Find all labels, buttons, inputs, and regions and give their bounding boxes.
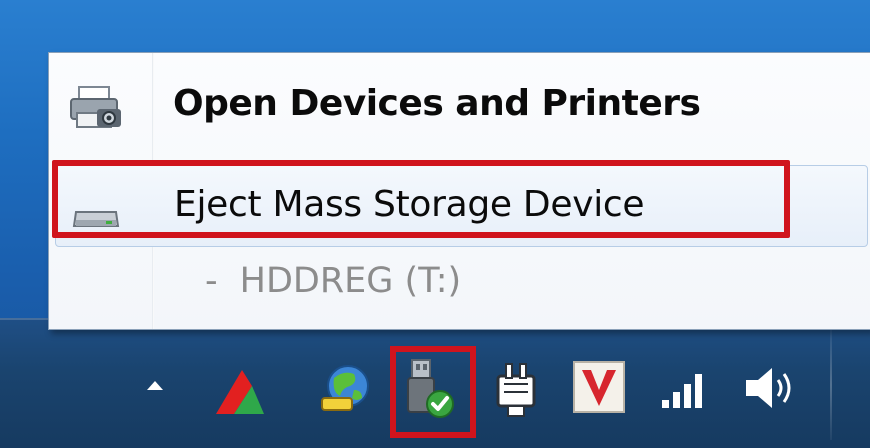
hddreg-drive-menu-item[interactable]: - HDDREG (T:) bbox=[49, 249, 870, 319]
tray-icon-highlight-box bbox=[390, 346, 476, 438]
hddreg-drive-label: - HDDREG (T:) bbox=[205, 261, 461, 301]
printer-icon bbox=[67, 85, 125, 135]
power-plug-icon[interactable] bbox=[492, 362, 542, 422]
show-hidden-icons-up-arrow-icon[interactable] bbox=[146, 376, 164, 395]
open-devices-and-printers-label: Open Devices and Printers bbox=[173, 83, 701, 124]
eject-highlight-box bbox=[52, 160, 790, 238]
globe-network-app-icon[interactable] bbox=[318, 360, 374, 420]
volume-icon[interactable] bbox=[742, 362, 800, 418]
sub-item-dash: - bbox=[205, 261, 218, 301]
network-signal-icon[interactable] bbox=[660, 370, 710, 414]
show-desktop-separator bbox=[830, 330, 832, 440]
red-green-app-icon[interactable] bbox=[212, 362, 268, 422]
hddreg-drive-text: HDDREG (T:) bbox=[239, 261, 462, 301]
open-devices-and-printers-menu-item[interactable]: Open Devices and Printers bbox=[49, 63, 870, 143]
v-app-icon[interactable] bbox=[572, 360, 626, 418]
